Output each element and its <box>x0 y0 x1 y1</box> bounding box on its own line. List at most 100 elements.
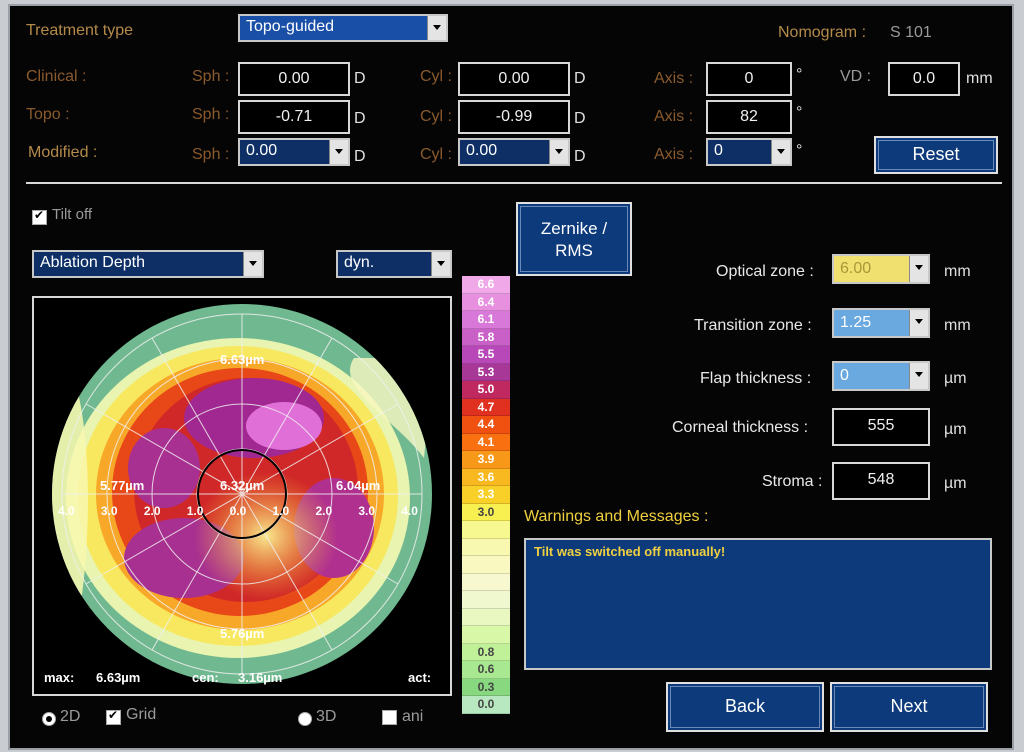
chevron-down-icon[interactable] <box>909 310 928 336</box>
chevron-down-icon[interactable] <box>909 363 928 389</box>
chevron-down-icon[interactable] <box>909 256 928 282</box>
axis-tick: 3.0 <box>358 504 376 518</box>
flap-thickness-label: Flap thickness : <box>700 370 812 387</box>
modified-sph-label: Sph : <box>192 146 230 163</box>
cen-value: 3.16µm <box>238 670 283 685</box>
clinical-sph-field[interactable]: 0.00 <box>238 62 350 96</box>
ablation-map-panel: 6.63µm 5.77µm 6.32µm 6.04µm 5.76µm 4.0 3… <box>32 296 452 696</box>
color-scale-step <box>462 573 510 591</box>
stroma-label: Stroma : <box>762 473 823 490</box>
axis-tick: 3.0 <box>100 504 118 518</box>
vd-label: VD : <box>840 68 872 85</box>
map-axis-ticks: 4.0 3.0 2.0 1.0 0.0 1.0 2.0 3.0 4.0 <box>58 504 418 518</box>
view-3d-radio[interactable] <box>298 712 312 726</box>
clinical-axis-field[interactable]: 0 <box>706 62 792 96</box>
treatment-type-label: Treatment type <box>26 22 134 39</box>
chevron-down-icon[interactable] <box>771 140 790 164</box>
next-button-label: Next <box>890 696 928 716</box>
clinical-axis-unit: ° <box>796 66 803 83</box>
flap-thickness-unit: µm <box>944 370 967 387</box>
color-scale-step: 3.9 <box>462 451 510 469</box>
transition-zone-value: 1.25 <box>840 314 872 331</box>
chevron-down-icon[interactable] <box>549 140 568 164</box>
modified-cyl-select[interactable]: 0.00 <box>458 138 570 166</box>
map-label-center: 6.32µm <box>220 478 265 493</box>
chevron-down-icon[interactable] <box>329 140 348 164</box>
topo-axis-field: 82 <box>706 100 792 134</box>
map-label-right: 6.04µm <box>336 478 381 493</box>
optical-zone-select[interactable]: 6.00 <box>832 254 930 284</box>
messages-box: Tilt was switched off manually! <box>524 538 992 670</box>
optical-zone-unit: mm <box>944 263 971 280</box>
clinical-row-label: Clinical : <box>26 68 87 85</box>
grid-checkbox[interactable] <box>106 708 121 725</box>
scale-mode-select[interactable]: dyn. <box>336 250 452 278</box>
tilt-off-checkbox[interactable] <box>32 208 47 225</box>
clinical-cyl-field[interactable]: 0.00 <box>458 62 570 96</box>
modified-sph-unit: D <box>354 148 366 165</box>
ani-checkbox[interactable] <box>382 710 397 725</box>
act-label: act: <box>408 670 432 685</box>
transition-zone-unit: mm <box>944 317 971 334</box>
modified-cyl-unit: D <box>574 148 586 165</box>
back-button-label: Back <box>724 696 766 716</box>
color-scale-step <box>462 556 510 574</box>
chevron-down-icon[interactable] <box>243 252 262 276</box>
treatment-type-select[interactable]: Topo-guided <box>238 14 448 42</box>
transition-zone-select[interactable]: 1.25 <box>832 308 930 338</box>
color-scale-step: 5.5 <box>462 346 510 364</box>
modified-axis-label: Axis : <box>654 146 694 163</box>
clinical-cyl-label: Cyl : <box>420 68 452 85</box>
color-scale-step: 5.0 <box>462 381 510 399</box>
flap-thickness-select[interactable]: 0 <box>832 361 930 391</box>
cen-label: cen: <box>192 670 219 685</box>
color-scale-step <box>462 626 510 644</box>
color-scale-step <box>462 608 510 626</box>
modified-axis-select[interactable]: 0 <box>706 138 792 166</box>
chevron-down-icon[interactable] <box>431 252 450 276</box>
view-2d-radio[interactable] <box>42 712 56 726</box>
topo-cyl-field: -0.99 <box>458 100 570 134</box>
map-type-value: Ablation Depth <box>40 254 145 271</box>
topo-cyl-unit: D <box>574 110 586 127</box>
chevron-down-icon[interactable] <box>427 16 446 40</box>
color-scale-step: 3.6 <box>462 468 510 486</box>
map-type-select[interactable]: Ablation Depth <box>32 250 264 278</box>
clinical-axis-label: Axis : <box>654 70 694 87</box>
topo-cyl-label: Cyl : <box>420 108 452 125</box>
grid-label: Grid <box>126 706 157 723</box>
axis-tick: 4.0 <box>401 504 418 518</box>
reset-button[interactable]: Reset <box>874 136 998 174</box>
optical-zone-label: Optical zone : <box>716 263 814 280</box>
color-scale-step <box>462 538 510 556</box>
laser-planning-window: Treatment type Topo-guided Nomogram : S … <box>8 4 1014 750</box>
topo-row-label: Topo : <box>26 106 70 123</box>
vd-field[interactable]: 0.0 <box>888 62 960 96</box>
color-scale-step: 0.0 <box>462 696 510 714</box>
color-scale-step: 0.3 <box>462 678 510 696</box>
corneal-thickness-field: 555 <box>832 408 930 446</box>
max-label: max: <box>44 670 75 685</box>
color-scale-legend: 6.6 6.4 6.1 5.8 5.5 5.3 5.0 4.7 4.4 4.1 3.9 3.6 3.3 3… <box>462 276 510 714</box>
section-divider <box>26 182 1002 184</box>
back-button[interactable]: Back <box>666 682 824 732</box>
clinical-sph-unit: D <box>354 70 366 87</box>
color-scale-step: 3.3 <box>462 486 510 504</box>
color-scale-step: 0.6 <box>462 661 510 679</box>
view-2d-label: 2D <box>60 708 81 725</box>
color-scale-step: 5.8 <box>462 328 510 346</box>
reset-button-label: Reset <box>912 144 960 164</box>
tilt-off-label: Tilt off <box>52 206 93 223</box>
view-3d-label: 3D <box>316 708 337 725</box>
nomogram-label: Nomogram : <box>778 24 867 41</box>
zernike-rms-button[interactable]: Zernike / RMS <box>516 202 632 276</box>
axis-tick: 1.0 <box>272 504 290 518</box>
modified-row-label: Modified : <box>28 144 98 161</box>
topo-axis-label: Axis : <box>654 108 694 125</box>
modified-cyl-label: Cyl : <box>420 146 452 163</box>
axis-tick: 1.0 <box>186 504 204 518</box>
color-scale-step: 4.4 <box>462 416 510 434</box>
modified-sph-select[interactable]: 0.00 <box>238 138 350 166</box>
next-button[interactable]: Next <box>830 682 988 732</box>
max-value: 6.63µm <box>96 670 141 685</box>
